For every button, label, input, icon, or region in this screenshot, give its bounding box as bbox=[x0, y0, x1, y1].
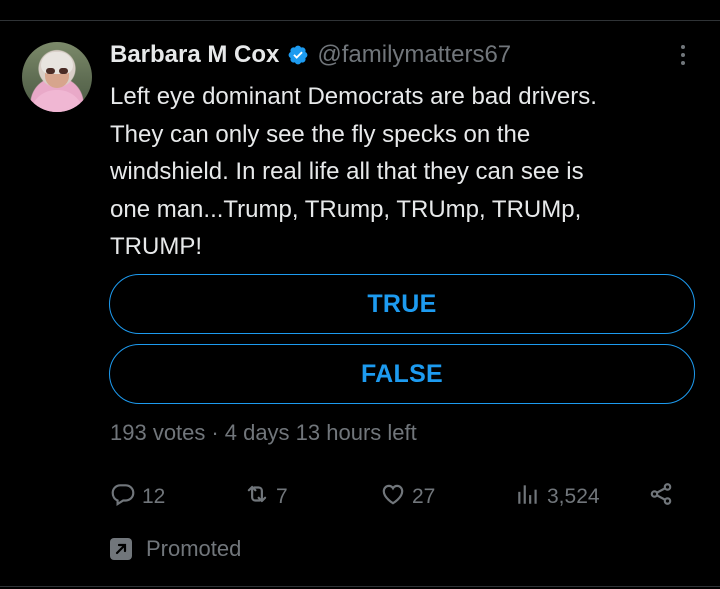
author-name[interactable]: Barbara M Cox bbox=[110, 41, 279, 69]
reply-count: 12 bbox=[142, 485, 166, 508]
views-button[interactable]: 3,524 bbox=[515, 480, 600, 514]
verified-badge-icon[interactable] bbox=[287, 44, 309, 66]
top-divider bbox=[0, 20, 720, 21]
promoted-text: Promoted bbox=[146, 536, 242, 561]
bottom-divider bbox=[0, 586, 720, 587]
promoted-icon bbox=[110, 538, 132, 560]
retweet-icon bbox=[244, 481, 276, 513]
poll-time-left: 4 days 13 hours left bbox=[224, 420, 417, 445]
tweet-header: Barbara M Cox @familymatters67 bbox=[110, 38, 511, 72]
author-handle[interactable]: @familymatters67 bbox=[317, 41, 511, 69]
views-icon bbox=[515, 481, 547, 513]
reply-button[interactable]: 12 bbox=[110, 480, 165, 514]
tweet-actions: 12 7 27 3,524 bbox=[110, 480, 690, 514]
poll-option-label: FALSE bbox=[360, 359, 444, 388]
like-icon bbox=[380, 481, 412, 513]
more-icon[interactable] bbox=[670, 40, 696, 70]
poll-option-label: TRUE bbox=[367, 289, 437, 318]
poll-separator: · bbox=[211, 420, 219, 445]
promoted-label: Promoted bbox=[110, 534, 241, 564]
like-count: 27 bbox=[412, 485, 436, 508]
share-button[interactable] bbox=[648, 480, 680, 514]
views-count: 3,524 bbox=[547, 485, 600, 508]
retweet-button[interactable]: 7 bbox=[244, 480, 288, 514]
retweet-count: 7 bbox=[276, 485, 288, 508]
poll-option-false[interactable]: FALSE bbox=[109, 344, 695, 404]
poll-votes: 193 votes bbox=[110, 420, 206, 445]
poll-meta: 193 votes · 4 days 13 hours left bbox=[110, 420, 417, 446]
poll-option-true[interactable]: TRUE bbox=[109, 274, 695, 334]
avatar[interactable] bbox=[22, 42, 92, 112]
like-button[interactable]: 27 bbox=[380, 480, 435, 514]
share-icon bbox=[648, 481, 680, 513]
tweet-text: Left eye dominant Democrats are bad driv… bbox=[110, 83, 597, 260]
reply-icon bbox=[110, 481, 142, 513]
